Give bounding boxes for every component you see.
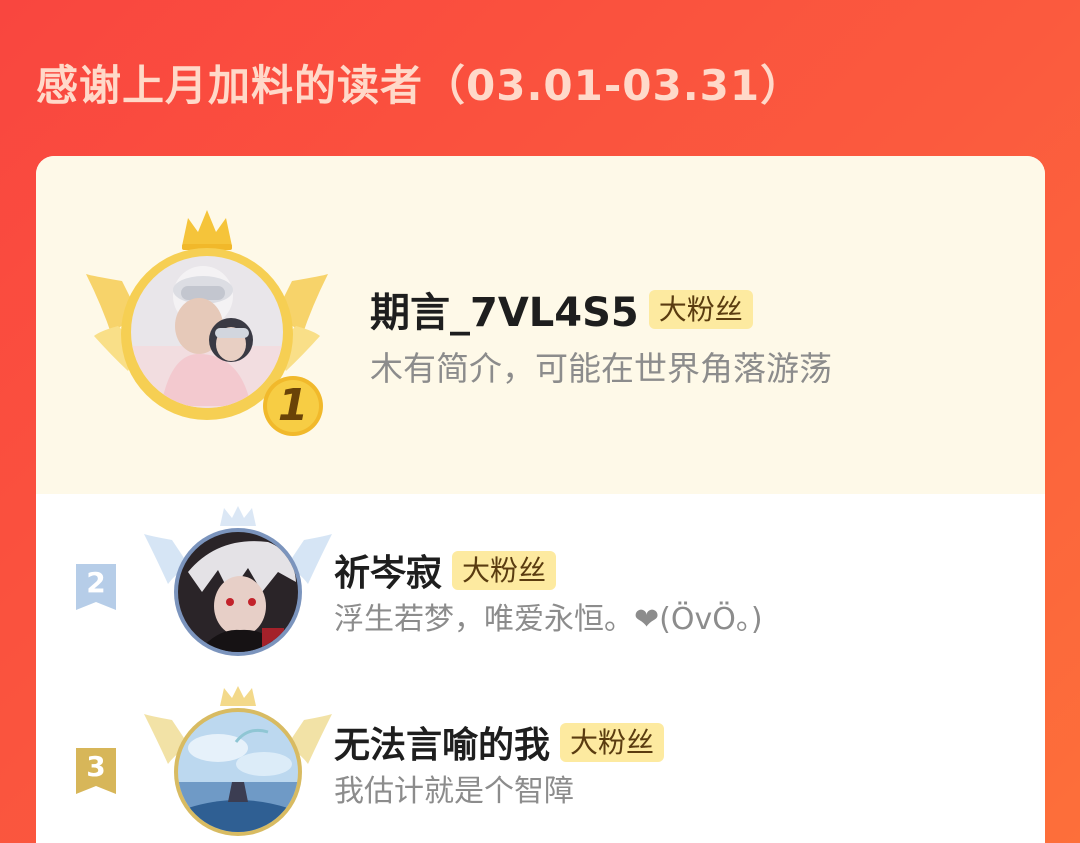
bronze-badge bbox=[142, 686, 334, 836]
rank-3-number: 3 bbox=[86, 750, 106, 783]
thank-readers-page: 感谢上月加料的读者（03.01-03.31） 1 期言_7VL4S5 大粉丝 木… bbox=[0, 0, 1080, 843]
rank-2-number: 2 bbox=[86, 566, 106, 599]
reader-2-bio: 浮生若梦，唯爱永恒。❤(ÖvÖ。) bbox=[334, 602, 763, 637]
reader-row-rank-1[interactable]: 1 期言_7VL4S5 大粉丝 木有简介，可能在世界角落游荡 bbox=[36, 206, 1045, 446]
reader-2-avatar[interactable] bbox=[178, 532, 298, 652]
silver-badge bbox=[142, 506, 334, 656]
rank-3-ribbon: 3 bbox=[72, 746, 120, 796]
reader-1-name[interactable]: 期言_7VL4S5 bbox=[370, 280, 639, 338]
reader-2-name[interactable]: 祈岑寂 bbox=[334, 544, 442, 596]
reader-3-avatar[interactable] bbox=[178, 712, 298, 832]
reader-3-fan-tag: 大粉丝 bbox=[560, 722, 665, 762]
reader-2-name-line: 祈岑寂 大粉丝 bbox=[334, 544, 557, 596]
reader-1-bio: 木有简介，可能在世界角落游荡 bbox=[370, 349, 832, 388]
reader-3-name-line: 无法言喻的我 大粉丝 bbox=[334, 716, 665, 768]
reader-1-name-line: 期言_7VL4S5 大粉丝 bbox=[370, 280, 753, 338]
reader-row-rank-3[interactable]: 3 无法言喻的我 大粉丝 我估计就是个智障 bbox=[36, 686, 1045, 836]
avatar-sky-scene-icon bbox=[178, 712, 298, 832]
page-title: 感谢上月加料的读者（03.01-03.31） bbox=[36, 61, 804, 110]
rank-1-medal: 1 bbox=[261, 374, 325, 438]
reader-ranking-card: 1 期言_7VL4S5 大粉丝 木有简介，可能在世界角落游荡 2 祈岑寂 大粉丝… bbox=[36, 156, 1045, 843]
gold-badge: 1 bbox=[82, 206, 332, 446]
reader-3-name[interactable]: 无法言喻的我 bbox=[334, 716, 550, 768]
reader-row-rank-2[interactable]: 2 祈岑寂 大粉丝 浮生若梦，唯爱永恒。❤(ÖvÖ。) bbox=[36, 506, 1045, 656]
reader-3-bio: 我估计就是个智障 bbox=[334, 774, 574, 809]
avatar-anime-boy-icon bbox=[178, 532, 298, 652]
rank-1-number: 1 bbox=[277, 380, 309, 431]
reader-2-fan-tag: 大粉丝 bbox=[452, 550, 557, 590]
reader-1-fan-tag: 大粉丝 bbox=[648, 289, 753, 329]
rank-2-ribbon: 2 bbox=[72, 562, 120, 612]
